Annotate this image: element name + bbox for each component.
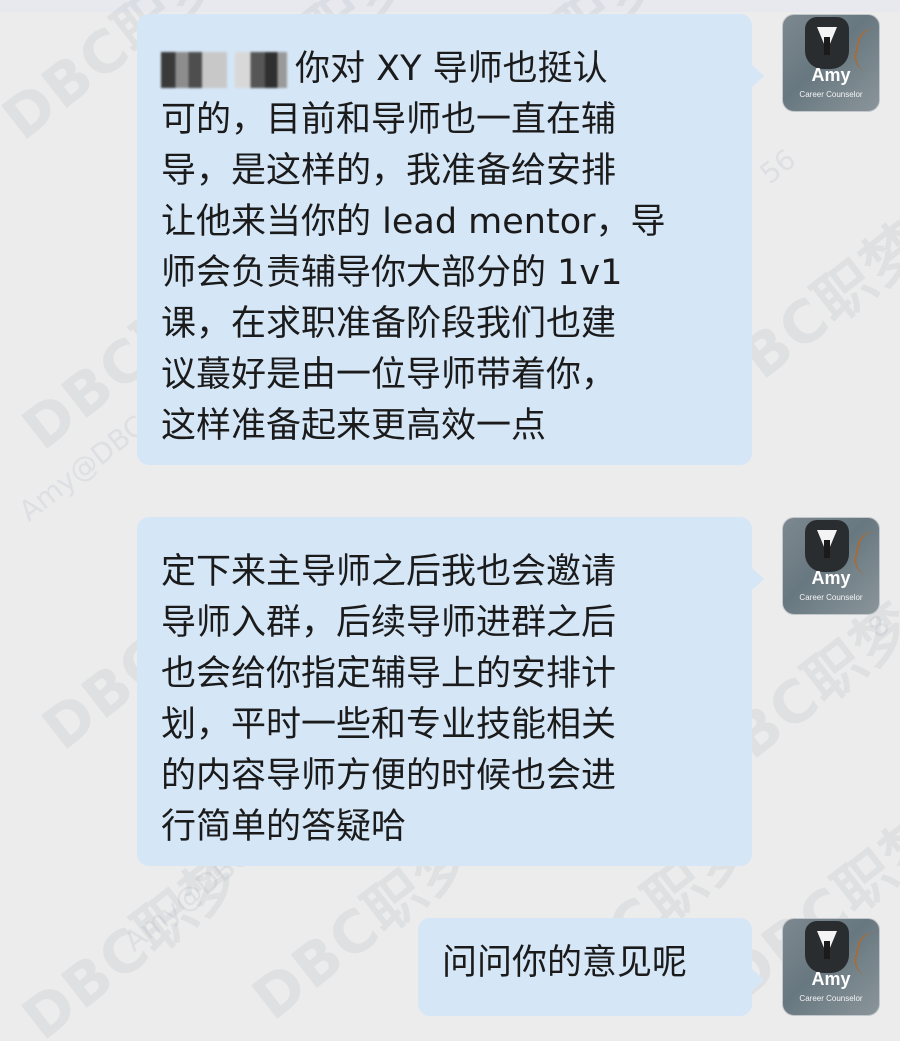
- message-bubble: 问问你的意见呢: [418, 918, 764, 1016]
- redacted-name: [235, 52, 287, 88]
- tie-icon: [824, 941, 830, 959]
- message-bubble: 定下来主导师之后我也会邀请 导师入群，后续导师进群之后 也会给你指定辅导上的安排…: [137, 517, 764, 866]
- redacted-name: [161, 52, 227, 88]
- tie-icon: [824, 540, 830, 558]
- avatar[interactable]: Amy Career Counselor: [782, 918, 880, 1016]
- message-line: 师会负责辅导你大部分的 1v1: [161, 253, 623, 293]
- message-line: 定下来主导师之后我也会邀请: [161, 552, 617, 592]
- avatar[interactable]: Amy Career Counselor: [782, 14, 880, 112]
- message-line: 你对 XY 导师也挺认: [161, 44, 732, 95]
- message-bubble: 你对 XY 导师也挺认 可的，目前和导师也一直在辅 导，是这样的，我准备给安排 …: [137, 14, 764, 465]
- avatar-name: Amy: [811, 65, 851, 85]
- message-line: 行简单的答疑哈: [161, 807, 407, 847]
- message-line: 划，平时一些和专业技能相关: [161, 705, 617, 745]
- watermark-number: 56: [753, 142, 803, 191]
- message-line: 让他来当你的 lead mentor，导: [161, 202, 666, 242]
- message-line: 可的，目前和导师也一直在辅: [161, 100, 617, 140]
- avatar-name: Amy: [811, 568, 851, 588]
- message-line: 议蕞好是由一位导师带着你，: [161, 355, 617, 395]
- message-line: 课，在求职准备阶段我们也建: [161, 304, 617, 344]
- avatar-role: Career Counselor: [799, 593, 863, 602]
- message-line: 的内容导师方便的时候也会进: [161, 756, 617, 796]
- avatar[interactable]: Amy Career Counselor: [782, 517, 880, 615]
- avatar-name: Amy: [811, 969, 851, 989]
- message-text: 你对 XY 导师也挺认: [295, 49, 608, 89]
- top-divider: [0, 0, 900, 12]
- message-line: 问问你的意见呢: [442, 943, 688, 983]
- message-line: 也会给你指定辅导上的安排计: [161, 654, 617, 694]
- message-line: 导，是这样的，我准备给安排: [161, 151, 617, 191]
- avatar-role: Career Counselor: [799, 994, 863, 1003]
- avatar-role: Career Counselor: [799, 90, 863, 99]
- message-line: 导师入群，后续导师进群之后: [161, 603, 617, 643]
- message-line: 这样准备起来更高效一点: [161, 406, 547, 446]
- tie-icon: [824, 37, 830, 55]
